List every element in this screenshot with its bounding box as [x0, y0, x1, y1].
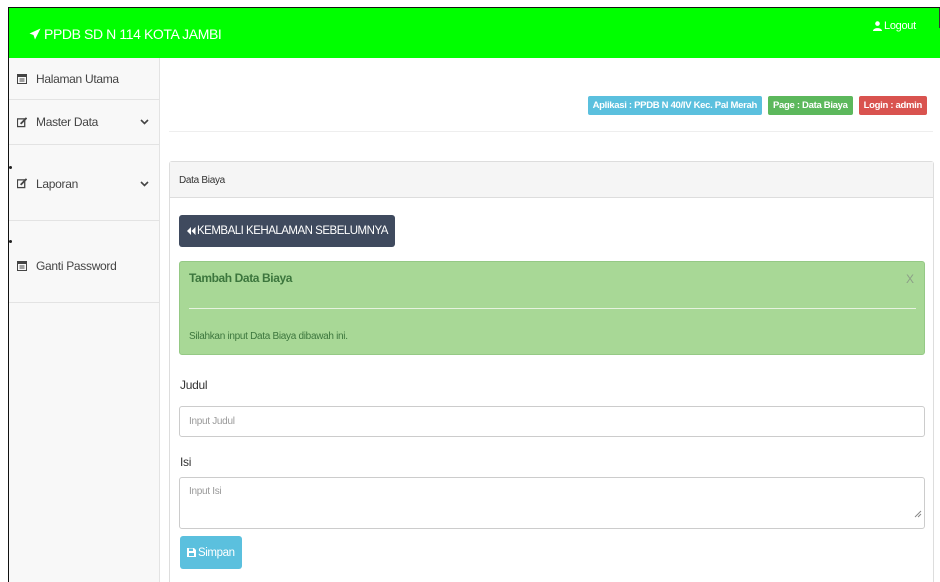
sidebar-item-master-data[interactable]: Master Data — [9, 100, 160, 145]
sidebar-item-label: Master Data — [36, 115, 99, 129]
data-biaya-panel: Data Biaya KEMBALI KEHALAMAN SEBELUMNYA … — [169, 161, 934, 582]
isi-textarea[interactable] — [179, 477, 925, 529]
sidebar-item-halaman-utama[interactable]: Halaman Utama — [9, 58, 160, 100]
header-divider — [169, 131, 933, 132]
sidebar-item-label: Laporan — [36, 176, 78, 191]
header-labels: Aplikasi : PPDB N 40/IV Kec. Pal Merah P… — [587, 96, 927, 115]
brand-link[interactable]: PPDB SD N 114 KOTA JAMBI — [29, 26, 222, 42]
logout-link[interactable]: Logout — [873, 20, 916, 32]
alert-divider — [189, 308, 916, 309]
back-button-label: KEMBALI KEHALAMAN SEBELUMNYA — [197, 225, 388, 237]
calendar-icon — [17, 261, 27, 271]
resize-handle-icon[interactable] — [913, 509, 922, 518]
paper-plane-icon — [29, 28, 41, 40]
floppy-disk-icon — [187, 548, 196, 557]
app-window: PPDB SD N 114 KOTA JAMBI Logout Halaman … — [8, 7, 940, 582]
judul-label: Judul — [180, 378, 208, 392]
sidebar-item-label: Halaman Utama — [36, 71, 119, 86]
chevron-down-icon — [140, 119, 149, 125]
alert-title: Tambah Data Biaya — [189, 271, 293, 285]
chevron-down-icon — [140, 180, 149, 187]
top-navbar: PPDB SD N 114 KOTA JAMBI Logout — [9, 8, 940, 58]
sidebar-item-laporan[interactable]: Laporan — [9, 145, 160, 221]
alert-close-button[interactable]: X — [906, 272, 914, 286]
save-button-label: Simpan — [198, 546, 235, 559]
app-label: Aplikasi : PPDB N 40/IV Kec. Pal Merah — [587, 96, 762, 115]
logout-label: Logout — [884, 20, 916, 32]
brand-title: PPDB SD N 114 KOTA JAMBI — [44, 26, 222, 42]
sidebar: Halaman Utama Master Data Laporan Ganti … — [9, 58, 160, 582]
info-alert: Tambah Data Biaya X Silahkan input Data … — [179, 261, 925, 355]
login-label: Login : admin — [858, 96, 927, 115]
judul-input[interactable] — [179, 406, 925, 437]
edit-icon — [17, 116, 27, 127]
page-label: Page : Data Biaya — [767, 96, 853, 115]
edit-icon — [17, 178, 27, 189]
sidebar-item-ganti-password[interactable]: Ganti Password — [9, 221, 160, 303]
save-button[interactable]: Simpan — [180, 536, 242, 569]
sidebar-item-label: Ganti Password — [36, 258, 117, 273]
user-icon — [873, 21, 882, 31]
back-button[interactable]: KEMBALI KEHALAMAN SEBELUMNYA — [179, 215, 395, 247]
double-chevron-left-icon — [187, 227, 196, 235]
panel-title: Data Biaya — [170, 162, 933, 198]
alert-text: Silahkan input Data Biaya dibawah ini. — [189, 331, 348, 342]
isi-label: Isi — [180, 455, 192, 469]
calendar-icon — [17, 74, 27, 84]
